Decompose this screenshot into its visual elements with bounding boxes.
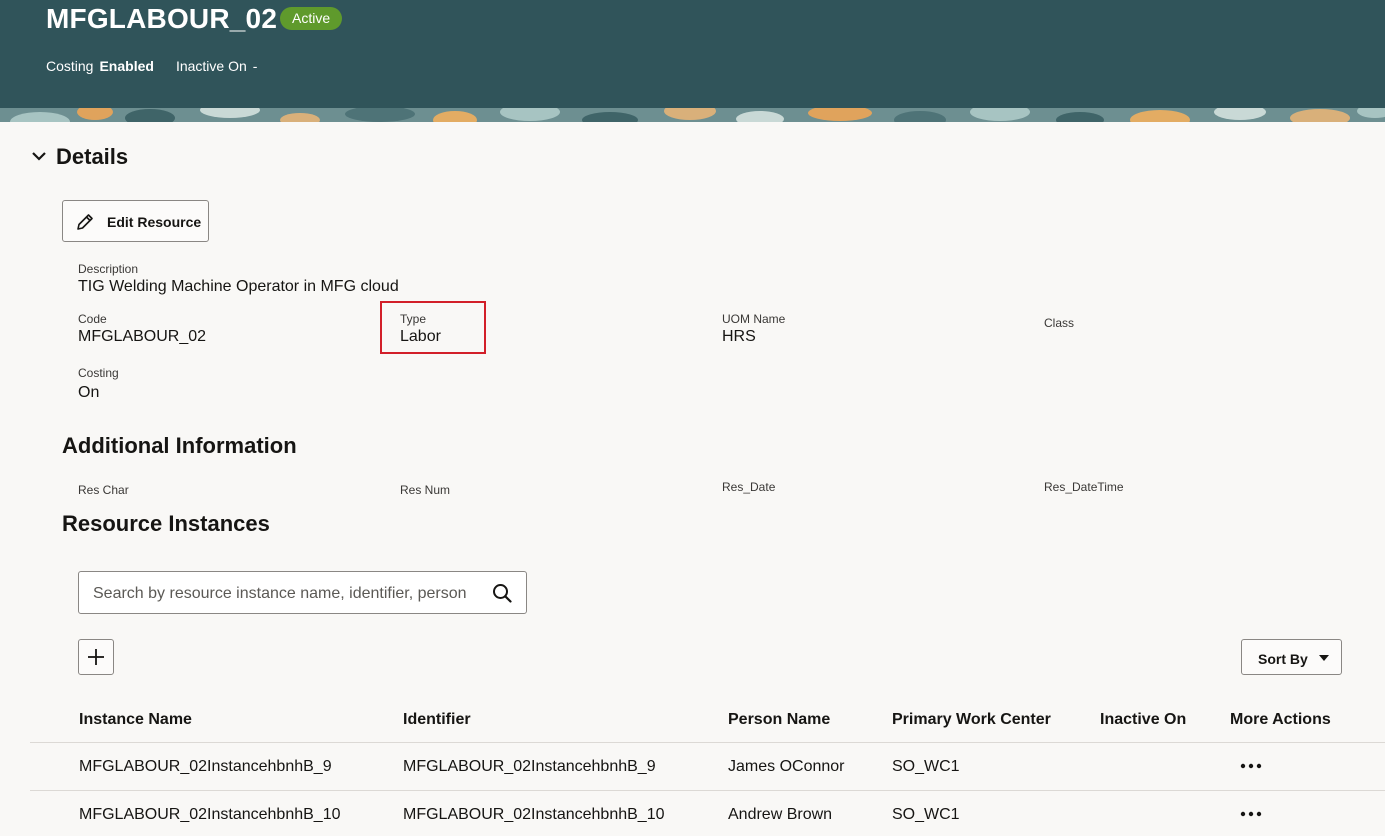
chevron-down-icon[interactable] <box>31 150 47 162</box>
page-header: MFGLABOUR_02 Active Costing Enabled Inacti… <box>0 0 1385 108</box>
table-header-divider <box>30 742 1385 743</box>
costing-label: Costing <box>78 366 119 380</box>
pencil-icon <box>77 214 93 230</box>
page-title: MFGLABOUR_02 <box>46 3 278 34</box>
costing-value: On <box>78 384 100 401</box>
code-value: MFGLABOUR_02 <box>78 328 207 345</box>
additional-information-title: Additional Information <box>62 433 297 458</box>
more-actions-icon[interactable] <box>1239 810 1263 818</box>
instance-name-cell: MFGLABOUR_02InstancehbnhB_9 <box>79 758 332 775</box>
plus-icon <box>88 649 104 665</box>
instance-search-input[interactable] <box>91 582 485 606</box>
column-header-primary-work-center[interactable]: Primary Work Center <box>892 711 1051 729</box>
res-datetime-label: Res_DateTime <box>1044 480 1124 494</box>
column-header-more-actions: More Actions <box>1230 711 1331 728</box>
add-instance-button[interactable] <box>78 639 114 675</box>
sort-by-button[interactable]: Sort By <box>1241 639 1342 675</box>
work-center-cell: SO_WC1 <box>892 806 960 823</box>
edit-resource-label: Edit Resource <box>107 214 202 230</box>
inactive-on-label: Inactive On <box>175 58 247 74</box>
table-row-divider <box>30 790 1385 791</box>
instance-name-cell: MFGLABOUR_02InstancehbnhB_10 <box>79 806 341 823</box>
decorative-banner <box>0 108 1385 122</box>
person-name-cell: Andrew Brown <box>728 806 833 823</box>
costing-value: Enabled <box>99 58 154 74</box>
resource-instances-title: Resource Instances <box>62 511 270 536</box>
code-label: Code <box>78 312 107 326</box>
res-date-label: Res_Date <box>722 480 776 494</box>
column-header-instance-name[interactable]: Instance Name <box>79 711 192 729</box>
edit-resource-button[interactable]: Edit Resource <box>62 200 209 242</box>
res-num-label: Res Num <box>400 483 451 497</box>
sort-by-label: Sort By <box>1258 651 1308 667</box>
column-header-inactive-on[interactable]: Inactive On <box>1100 711 1186 729</box>
status-badge: Active <box>280 7 343 30</box>
instance-search-box[interactable] <box>78 571 527 614</box>
costing-label: Costing <box>46 58 94 74</box>
person-name-cell: James OConnor <box>728 758 845 775</box>
type-label: Type <box>400 312 427 326</box>
column-header-identifier[interactable]: Identifier <box>403 711 471 729</box>
details-section-title[interactable]: Details <box>56 144 128 170</box>
description-label: Description <box>78 262 139 276</box>
uom-name-label: UOM Name <box>722 312 786 326</box>
more-actions-icon[interactable] <box>1239 762 1263 770</box>
column-header-person-name[interactable]: Person Name <box>728 711 830 729</box>
description-value: TIG Welding Machine Operator in MFG clou… <box>78 278 399 295</box>
class-label: Class <box>1044 316 1075 330</box>
identifier-cell: MFGLABOUR_02InstancehbnhB_10 <box>403 806 665 823</box>
search-icon[interactable] <box>492 583 512 603</box>
inactive-on-value: - <box>252 58 258 74</box>
work-center-cell: SO_WC1 <box>892 758 960 775</box>
caret-down-icon <box>1319 655 1329 661</box>
res-char-label: Res Char <box>78 483 129 497</box>
header-meta: Costing Enabled Inactive On - <box>46 58 257 74</box>
type-value: Labor <box>400 328 441 345</box>
uom-name-value: HRS <box>722 328 756 345</box>
identifier-cell: MFGLABOUR_02InstancehbnhB_9 <box>403 758 656 775</box>
